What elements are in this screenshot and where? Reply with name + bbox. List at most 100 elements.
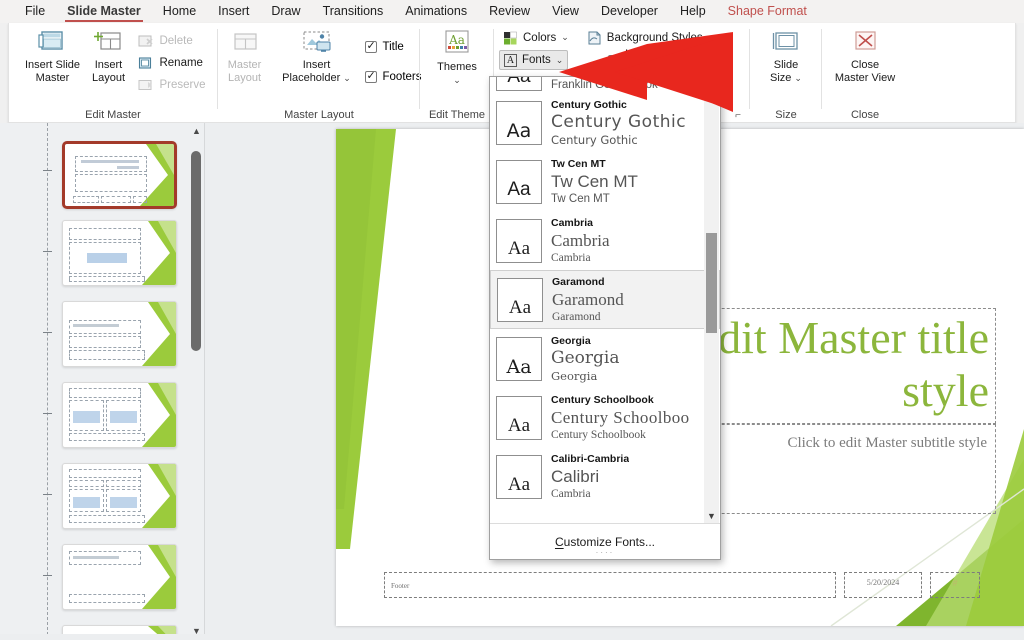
insert-slide-master-label-1: Insert Slide	[25, 59, 80, 72]
thumb-body-placeholder	[69, 336, 141, 348]
slide-number-text: #	[931, 578, 979, 588]
thumb-graphic	[110, 411, 137, 423]
rename-label: Rename	[159, 57, 202, 69]
ribbon-group-edit-theme: Aa Themes ⌄ Edit Theme	[423, 23, 491, 123]
checkbox-icon	[365, 71, 377, 83]
thumbnail-layout-title-content[interactable]	[62, 301, 177, 367]
font-theme-name: Tw Cen MT	[551, 157, 638, 171]
tab-shape-format[interactable]: Shape Format	[717, 0, 818, 23]
ribbon-group-master-layout: Master Layout Insert Placeholder ⌄	[221, 23, 417, 123]
font-minor-sample: Garamond	[552, 310, 624, 325]
insert-slide-master-button[interactable]: Insert Slide Master	[22, 27, 82, 85]
slide-size-button[interactable]: Slide Size ⌄	[756, 27, 816, 85]
font-major-sample: Calibri	[551, 466, 629, 487]
close-x-icon	[850, 30, 880, 56]
thumb-heading-right	[106, 480, 141, 487]
themes-button[interactable]: Aa Themes ⌄	[426, 27, 488, 87]
thumb-footer-placeholder	[69, 350, 145, 360]
font-theme-name: Century Schoolbook	[551, 393, 690, 407]
font-theme-item-georgia[interactable]: Aa Georgia Georgia Georgia	[490, 329, 720, 388]
insert-slide-master-label-2: Master	[36, 72, 70, 85]
thumbnail-layout-two-content[interactable]	[62, 382, 177, 448]
thumbnail-layout-title[interactable]	[62, 220, 177, 286]
footers-checkbox[interactable]: Footers	[365, 66, 422, 88]
tab-view[interactable]: View	[541, 0, 590, 23]
thumb-graphic	[73, 497, 100, 508]
delete-label: Delete	[159, 35, 192, 47]
customize-fonts-button[interactable]: Customize Fonts... ····	[490, 523, 720, 559]
chevron-down-icon: ⌄	[453, 74, 461, 87]
slide-master-icon	[37, 30, 67, 56]
rename-button[interactable]: Rename	[134, 52, 209, 73]
thumb-title-placeholder	[69, 388, 141, 398]
preserve-button: Preserve	[134, 74, 209, 95]
font-theme-name: Cambria	[551, 216, 610, 230]
font-theme-item-calibri-cambria[interactable]: Aa Calibri-Cambria Calibri Cambria	[490, 447, 720, 506]
scroll-up-arrow-icon[interactable]: ▲	[191, 125, 202, 138]
customize-fonts-label: Customize Fonts...	[555, 535, 655, 549]
hierarchy-tick	[43, 170, 52, 171]
font-theme-name: Garamond	[552, 275, 624, 289]
tab-animations[interactable]: Animations	[394, 0, 478, 23]
tab-home[interactable]: Home	[152, 0, 207, 23]
placeholder-icon	[300, 30, 334, 56]
themes-label: Themes	[437, 61, 477, 74]
footer-placeholder[interactable]: Footer	[384, 572, 836, 598]
red-arrow-pointer	[555, 30, 735, 114]
slide-number-placeholder[interactable]: #	[930, 572, 980, 598]
scrollbar-thumb[interactable]	[191, 151, 201, 351]
thumbnail-layout-title-only[interactable]	[62, 544, 177, 610]
tab-slide-master[interactable]: Slide Master	[56, 0, 152, 23]
preserve-icon	[138, 78, 154, 92]
thumbnail-scrollbar[interactable]: ▲ ▼	[189, 123, 202, 640]
tab-developer[interactable]: Developer	[590, 0, 669, 23]
ribbon-group-edit-master: Insert Slide Master Insert Layout	[13, 23, 213, 123]
tab-draw[interactable]: Draw	[260, 0, 311, 23]
insert-placeholder-label-2: Placeholder	[282, 72, 340, 85]
resize-grip-icon[interactable]: ····	[596, 548, 615, 557]
date-placeholder[interactable]: 5/20/2024	[844, 572, 922, 598]
insert-layout-button[interactable]: Insert Layout	[84, 27, 132, 85]
group-label-edit-theme: Edit Theme	[423, 107, 491, 123]
group-label-size: Size	[753, 107, 819, 123]
footer-text: Footer	[391, 582, 409, 590]
font-major-sample: Century Gothic	[551, 112, 686, 133]
theme-fonts-list[interactable]: Aa Franklin Gothic Medium Franklin Gothi…	[490, 77, 720, 525]
thumb-graphic	[110, 497, 137, 508]
close-master-view-button[interactable]: Close Master View	[827, 27, 903, 85]
font-theme-name: Georgia	[551, 334, 619, 348]
theme-fonts-dropdown[interactable]: Aa Franklin Gothic Medium Franklin Gothi…	[489, 76, 721, 560]
scrollbar-thumb[interactable]	[706, 233, 717, 333]
slide-thumbnail-pane[interactable]: ▲ ▼	[0, 123, 205, 640]
tab-transitions[interactable]: Transitions	[312, 0, 395, 23]
thumb-title-placeholder	[69, 320, 141, 334]
master-hierarchy-rail	[47, 123, 48, 640]
tab-insert[interactable]: Insert	[207, 0, 260, 23]
font-theme-item-cambria[interactable]: Aa Cambria Cambria Cambria	[490, 211, 720, 270]
customize-fonts-rest: ustomize Fonts...	[564, 535, 655, 549]
tab-file[interactable]: File	[14, 0, 56, 23]
thumb-footer-placeholder	[69, 433, 145, 441]
thumbnail-slide-master[interactable]	[62, 141, 177, 209]
font-theme-item-century-schoolbook[interactable]: Aa Century Schoolbook Century Schoolboo …	[490, 388, 720, 447]
tab-review[interactable]: Review	[478, 0, 541, 23]
insert-placeholder-button[interactable]: Insert Placeholder ⌄	[275, 27, 359, 85]
themes-icon: Aa	[442, 30, 472, 58]
checkbox-icon	[365, 41, 377, 53]
hierarchy-tick	[43, 413, 52, 414]
tab-help[interactable]: Help	[669, 0, 717, 23]
ribbon-separator-4	[749, 29, 750, 109]
background-dialog-launcher[interactable]: ⌐	[735, 110, 741, 121]
footers-checkbox-label: Footers	[383, 71, 422, 83]
scroll-down-arrow-icon[interactable]: ▼	[704, 509, 719, 524]
font-theme-item-tw-cen-mt[interactable]: Aa Tw Cen MT Tw Cen MT Tw Cen MT	[490, 152, 720, 211]
thumb-footer-placeholder	[73, 196, 99, 203]
font-swatch-icon: Aa	[496, 455, 542, 499]
master-layout-icon	[230, 30, 260, 56]
font-menu-scrollbar[interactable]: ▲ ▼	[704, 78, 719, 524]
font-theme-item-garamond[interactable]: Aa Garamond Garamond Garamond	[490, 270, 720, 329]
hierarchy-tick	[43, 332, 52, 333]
title-checkbox[interactable]: Title	[365, 36, 422, 58]
thumbnail-layout-comparison[interactable]	[62, 463, 177, 529]
hierarchy-tick	[43, 494, 52, 495]
